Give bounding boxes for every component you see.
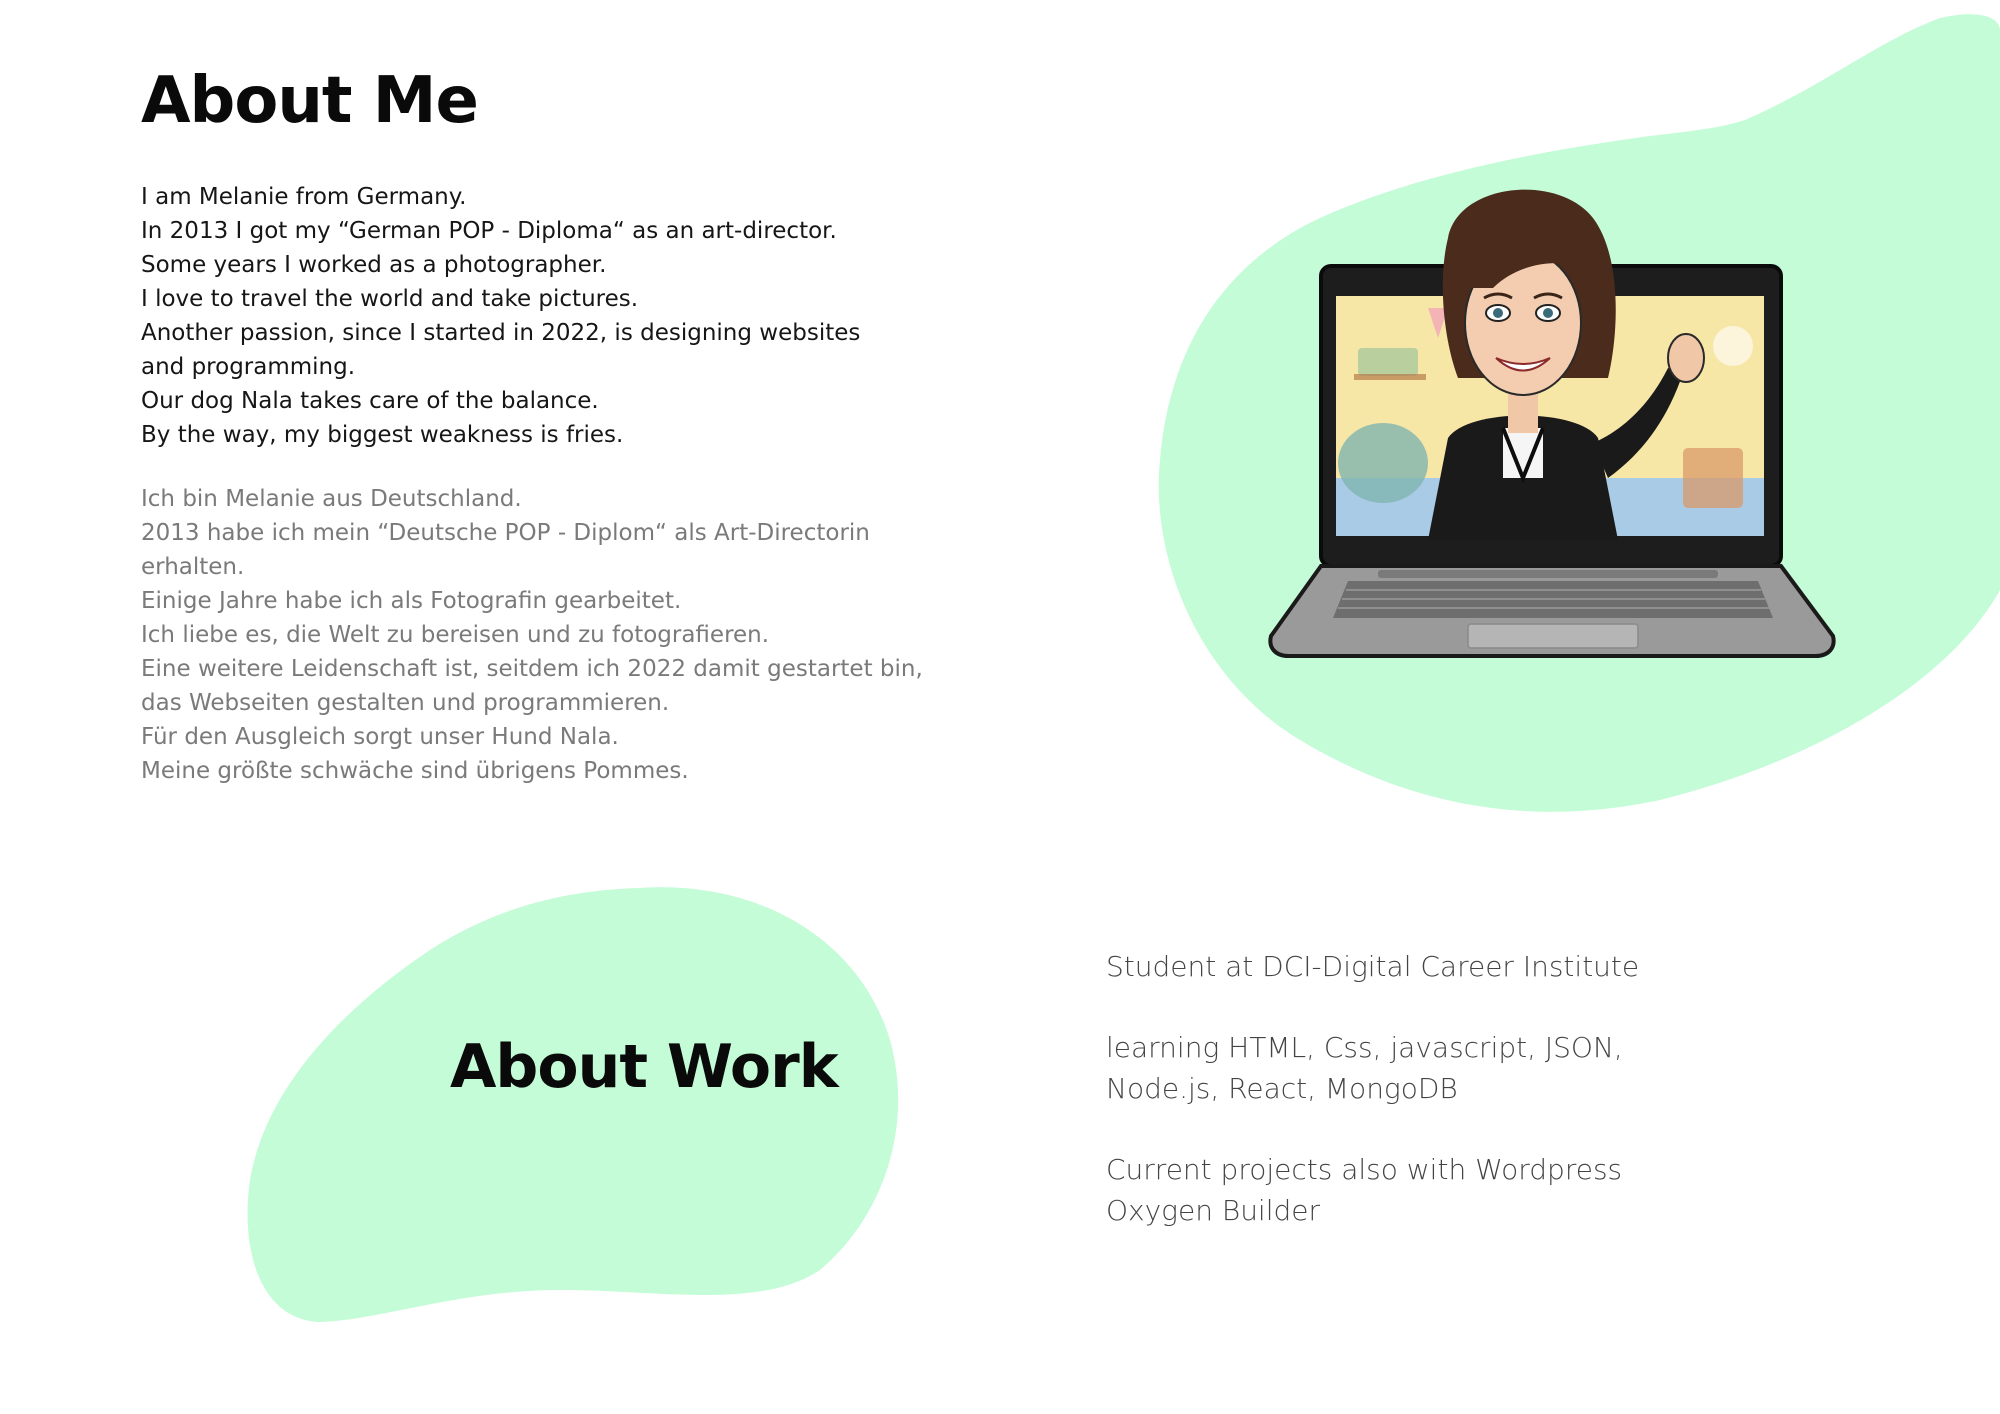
bottom-left-blob xyxy=(247,887,899,1322)
about-work-list: Student at DCI-Digital Career Institute … xyxy=(1106,946,1639,1271)
about-me-text-german: Ich bin Melanie aus Deutschland. 2013 ha… xyxy=(141,486,923,784)
about-work-heading: About Work xyxy=(450,1032,839,1102)
work-item-school: Student at DCI-Digital Career Institute xyxy=(1106,950,1640,983)
work-item-skills: learning HTML, Css, javascript, JSON, No… xyxy=(1106,1031,1623,1105)
about-me-text-english: I am Melanie from Germany. In 2013 I got… xyxy=(141,184,861,448)
about-me-heading: About Me xyxy=(141,64,479,138)
laptop-icon xyxy=(1268,189,1836,658)
work-item-projects: Current projects also with Wordpress Oxy… xyxy=(1106,1153,1623,1227)
avatar-laptop-illustration xyxy=(1258,178,1838,698)
